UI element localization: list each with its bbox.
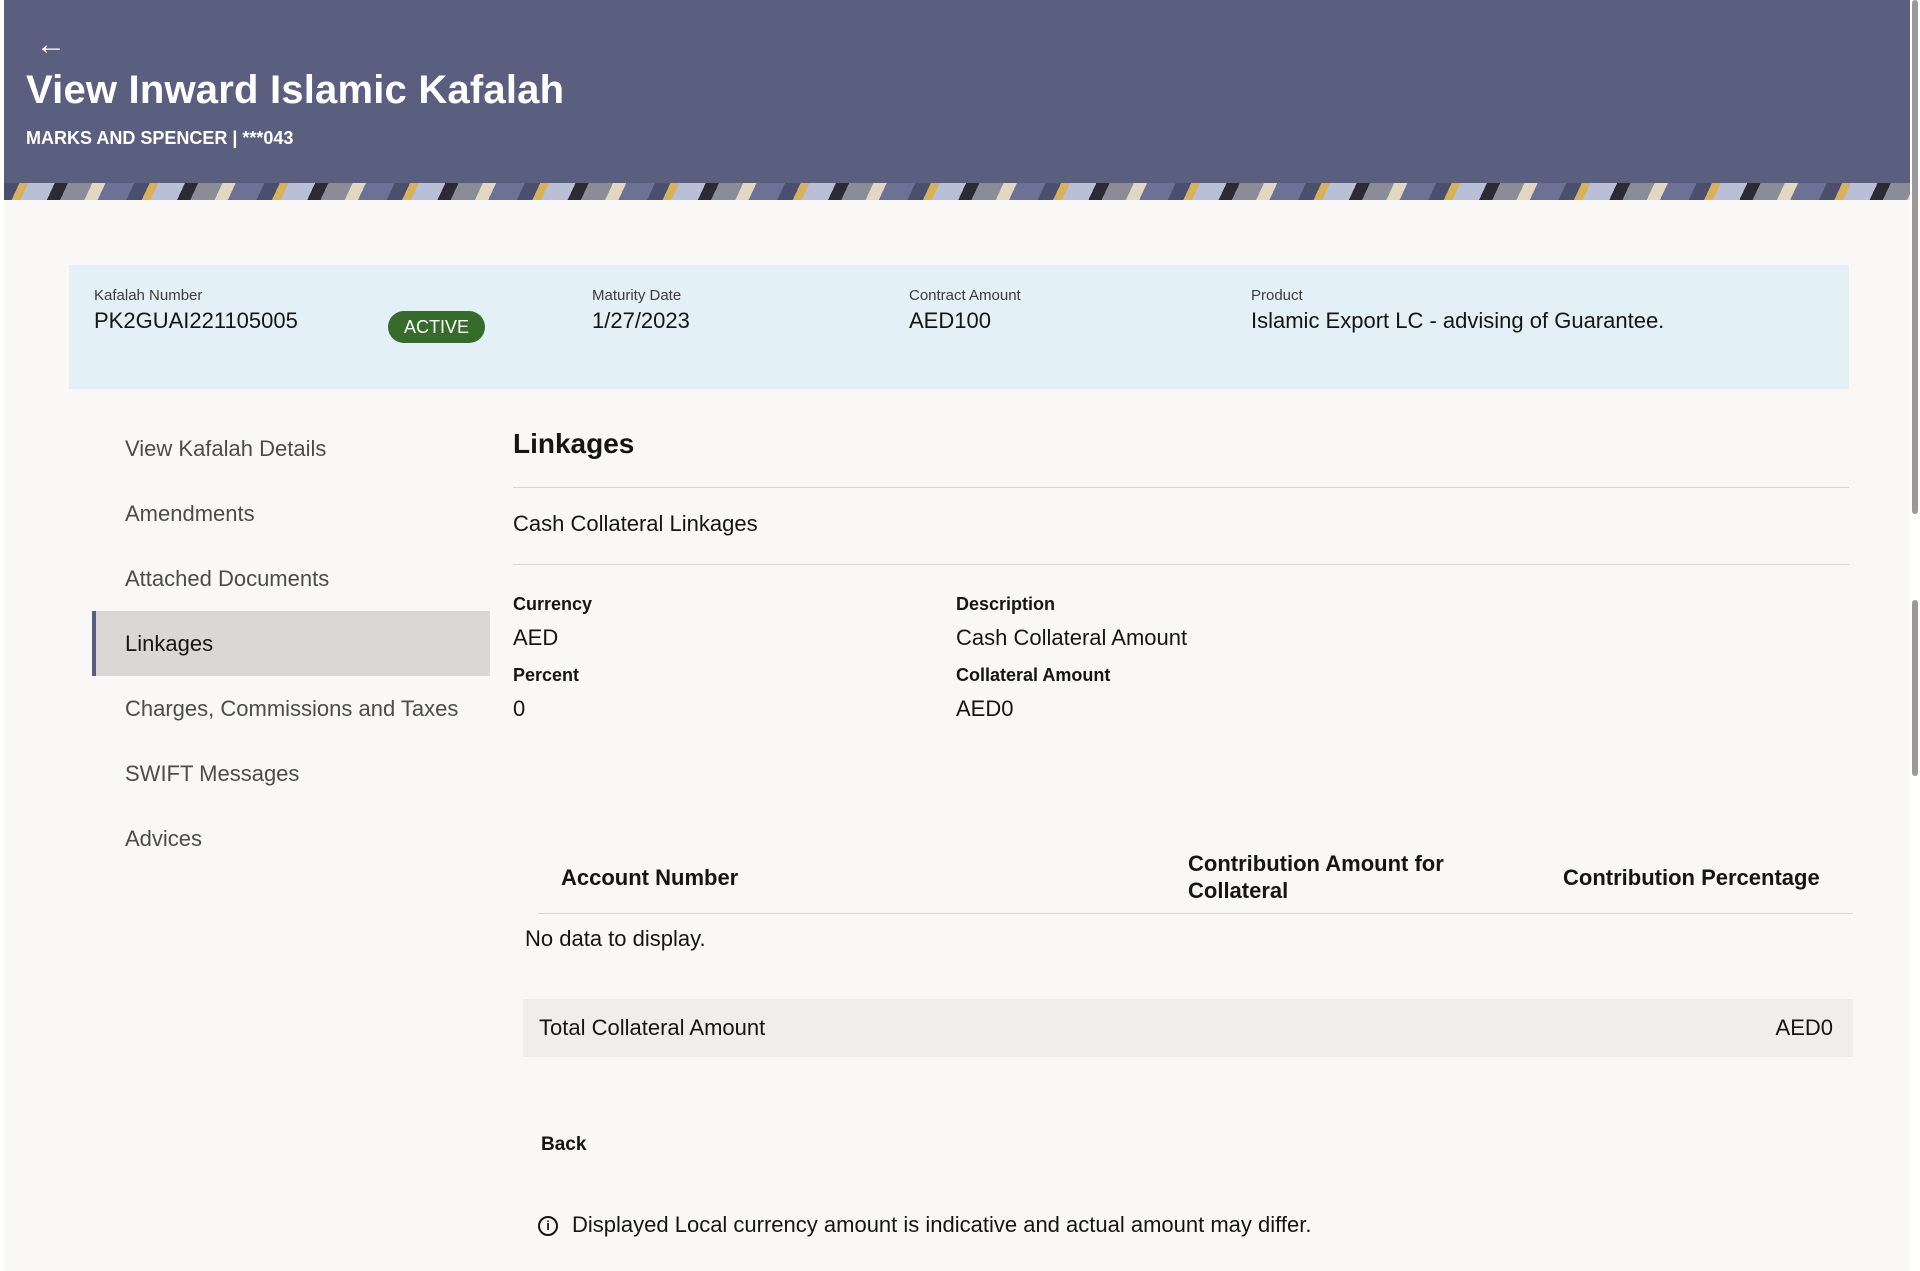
currency-field: Currency AED [513,594,592,651]
kafalah-number-block: Kafalah Number PK2GUAI221105005 [94,287,298,334]
nav-item-swift-messages[interactable]: SWIFT Messages [92,741,490,806]
description-field: Description Cash Collateral Amount [956,594,1187,651]
kafalah-number-label: Kafalah Number [94,287,203,304]
maturity-date-block: Maturity Date 1/27/2023 [592,287,690,334]
disclaimer: i Displayed Local currency amount is indi… [538,1212,1311,1238]
collateral-amount-label: Collateral Amount [956,665,1111,685]
scrollbar[interactable] [1910,0,1920,1271]
page: ← View Inward Islamic Kafalah MARKS AND … [4,0,1910,1271]
page-title: View Inward Islamic Kafalah [26,68,565,112]
nav-item-charges-commissions-taxes[interactable]: Charges, Commissions and Taxes [92,676,490,741]
contract-amount-block: Contract Amount AED100 [909,287,1021,334]
percent-label: Percent [513,665,580,685]
total-collateral-value: AED0 [1775,1015,1833,1040]
info-icon: i [538,1216,558,1236]
currency-value: AED [513,625,559,650]
nav-item-advices[interactable]: Advices [92,806,490,871]
description-label: Description [956,594,1056,614]
section-title: Linkages [513,428,635,459]
description-value: Cash Collateral Amount [956,625,1188,650]
nav-item-amendments[interactable]: Amendments [92,481,490,546]
table-header-divider [538,913,1853,914]
product-block: Product Islamic Export LC - advising of … [1251,287,1664,334]
header-decorative-band [4,183,1910,200]
nav-item-attached-documents[interactable]: Attached Documents [92,546,490,611]
percent-value: 0 [513,696,526,721]
nav-item-view-kafalah-details[interactable]: View Kafalah Details [92,416,490,481]
scrollbar-thumb[interactable] [1912,600,1918,776]
back-arrow-icon[interactable]: ← [36,28,70,62]
kafalah-summary: Kafalah Number PK2GUAI221105005 ACTIVE M… [69,265,1849,389]
column-header-contribution-amount: Contribution Amount for Collateral [1188,851,1444,903]
kafalah-number-value: PK2GUAI221105005 [94,308,298,333]
column-header-account-number: Account Number [561,865,739,890]
total-collateral-row: Total Collateral Amount AED0 [523,999,1853,1057]
page-subtitle: MARKS AND SPENCER | ***043 [26,128,294,148]
column-header-contribution-percentage: Contribution Percentage [1563,865,1820,890]
product-value: Islamic Export LC - advising of Guarante… [1251,308,1665,333]
product-label: Product [1251,287,1303,304]
nav-item-linkages[interactable]: Linkages [92,611,490,676]
collateral-section-title: Cash Collateral Linkages [513,511,758,536]
currency-label: Currency [513,594,593,614]
maturity-date-value: 1/27/2023 [592,308,690,333]
back-button[interactable]: Back [535,1130,592,1160]
divider [513,487,1849,488]
collateral-amount-field: Collateral Amount AED0 [956,665,1110,722]
divider [513,564,1849,565]
page-header: ← View Inward Islamic Kafalah MARKS AND … [4,0,1910,200]
side-nav: View Kafalah Details Amendments Attached… [92,416,490,871]
status-badge: ACTIVE [388,311,486,343]
total-collateral-label: Total Collateral Amount [539,1015,766,1040]
contract-amount-label: Contract Amount [909,287,1021,304]
maturity-date-label: Maturity Date [592,287,682,304]
disclaimer-text: Displayed Local currency amount is indic… [572,1212,1312,1237]
table-empty-message: No data to display. [525,926,706,951]
percent-field: Percent 0 [513,665,579,722]
scrollbar-thumb-top[interactable] [1912,0,1918,514]
collateral-amount-value: AED0 [956,696,1014,721]
contract-amount-value: AED100 [909,308,991,333]
